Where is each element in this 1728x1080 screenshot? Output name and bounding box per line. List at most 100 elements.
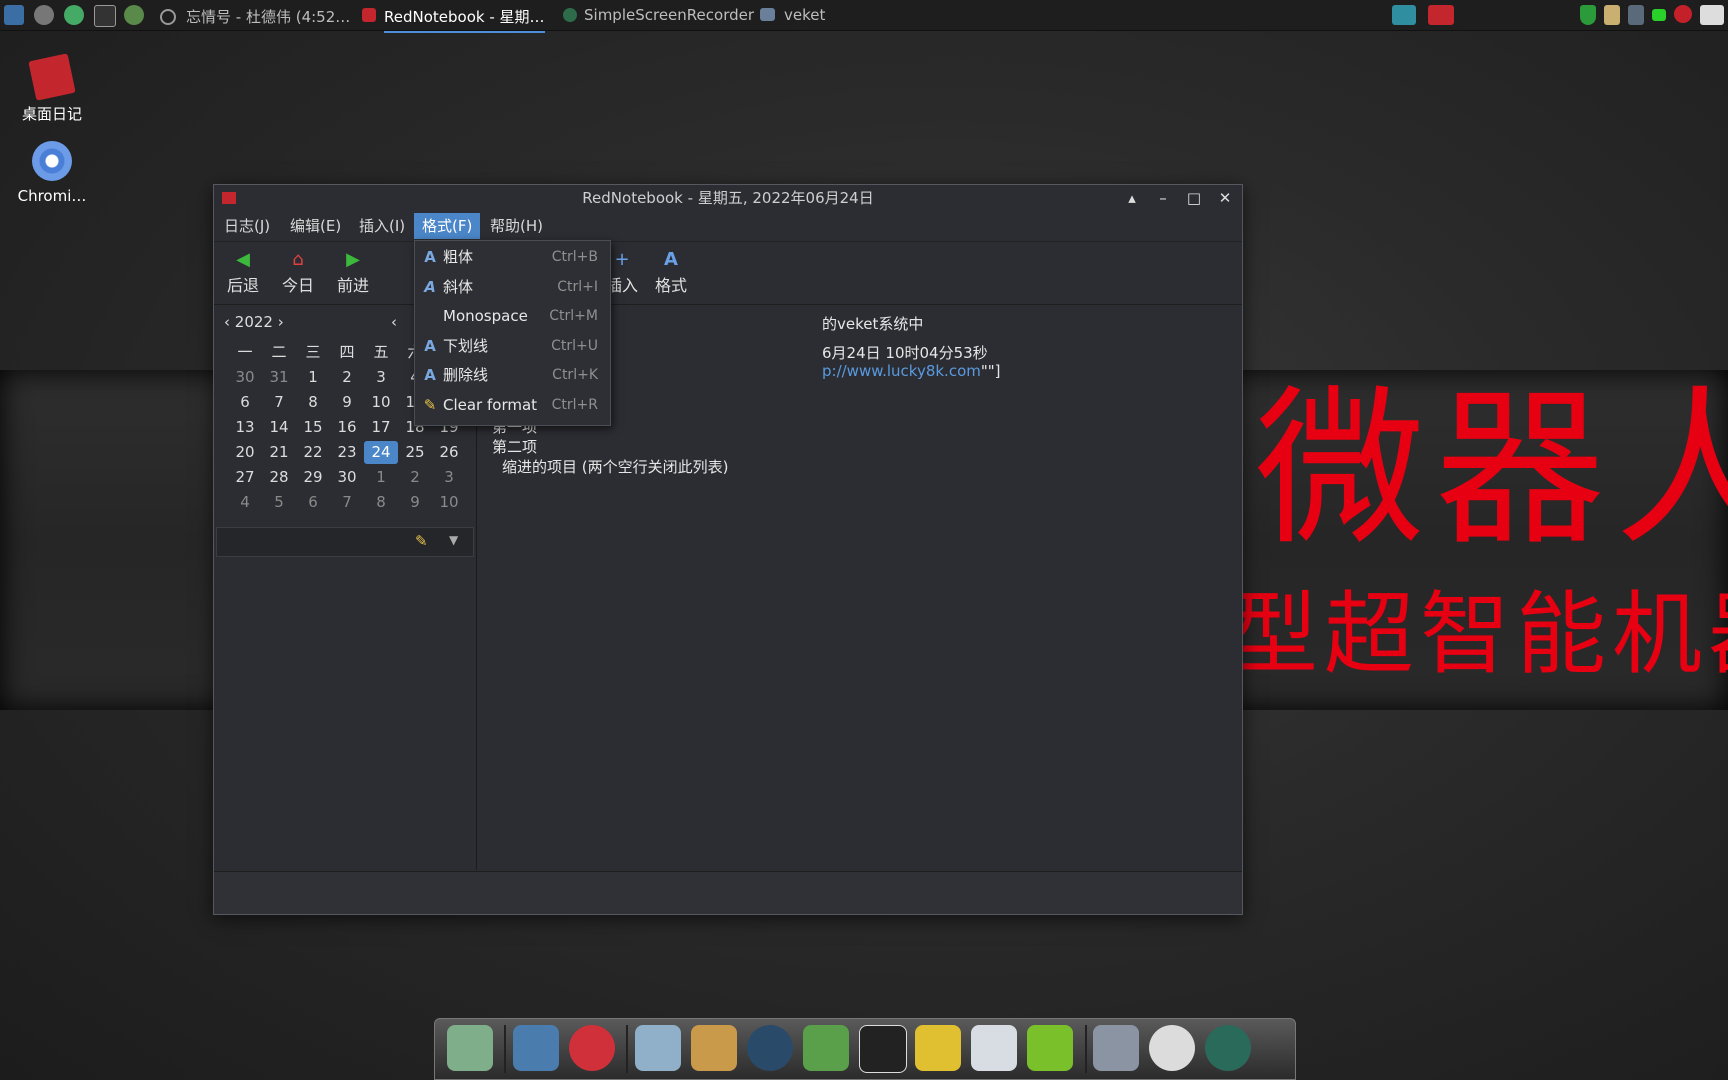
desktop-icon-chromium[interactable]: Chromi… [7,141,97,205]
year-selector[interactable]: ‹ 2022 › [224,313,284,331]
calendar-day[interactable]: 30 [330,466,364,489]
calendar-day[interactable]: 1 [364,466,398,489]
close-button[interactable]: ✕ [1210,185,1240,211]
shade-button[interactable]: ▴ [1117,185,1147,211]
menu-item-strikethrough[interactable]: A 删除线 Ctrl+K [415,362,610,388]
battery-icon[interactable] [1652,9,1666,21]
calendar-day[interactable]: 15 [296,416,330,439]
calendar-day[interactable]: 4 [228,491,262,514]
network-icon[interactable] [1628,5,1644,25]
menu-journal[interactable]: 日志(J) [216,213,278,239]
keyboard-icon[interactable] [1700,5,1724,25]
calendar-day[interactable]: 23 [330,441,364,464]
calendar-day[interactable]: 2 [330,366,364,389]
users-icon[interactable] [803,1025,849,1071]
calendar-day[interactable]: 1 [296,366,330,389]
calendar-day[interactable]: 17 [364,416,398,439]
menu-item-bold[interactable]: A 粗体 Ctrl+B [415,244,610,270]
maximize-button[interactable]: □ [1179,185,1209,211]
shield-icon[interactable] [1580,5,1596,25]
calendar-day[interactable]: 2 [398,466,432,489]
paint-icon[interactable] [691,1025,737,1071]
calendar-day[interactable]: 5 [262,491,296,514]
calendar-day[interactable]: 13 [228,416,262,439]
calendar-day[interactable]: 10 [364,391,398,414]
calendar-day[interactable]: 14 [262,416,296,439]
drive-icon[interactable] [1093,1025,1139,1071]
menu-item-label: 斜体 [443,277,474,296]
files-icon[interactable] [447,1025,493,1071]
today-button[interactable]: ⌂ 今日 [273,248,323,296]
calendar-day[interactable]: 7 [262,391,296,414]
desktop-switch-icon[interactable] [1392,5,1416,25]
calendar-day[interactable]: 8 [364,491,398,514]
calendar-day[interactable]: 27 [228,466,262,489]
media-player-icon[interactable] [747,1025,793,1071]
editor-icon[interactable] [635,1025,681,1071]
clear-icon[interactable]: ✎ [415,532,428,550]
calendar-day[interactable]: 29 [296,466,330,489]
editor-link[interactable]: p://www.lucky8k.com [822,362,981,380]
calendar-day[interactable]: 8 [296,391,330,414]
calendar-day[interactable]: 30 [228,366,262,389]
task-screenrecorder[interactable]: SimpleScreenRecorder [584,6,754,24]
month-prev-button[interactable]: ‹ [391,313,397,331]
brightness-icon[interactable] [1149,1025,1195,1071]
help-icon[interactable] [1027,1025,1073,1071]
calendar-day[interactable]: 24 [364,441,398,464]
calendar-day[interactable]: 6 [228,391,262,414]
forward-button[interactable]: ▶ 前进 [328,248,378,296]
calendar-day[interactable]: 9 [398,491,432,514]
calendar-day[interactable]: 28 [262,466,296,489]
terminal-icon[interactable] [94,5,116,27]
play-icon[interactable] [64,5,84,25]
back-button[interactable]: ◀ 后退 [218,248,268,296]
calendar-day[interactable]: 26 [432,441,466,464]
menu-edit[interactable]: 编辑(E) [282,213,349,239]
menu-item-italic[interactable]: A 斜体 Ctrl+I [415,274,610,300]
menu-item-label: 删除线 [443,366,489,384]
search-box[interactable]: ✎ ▼ [216,527,474,557]
chart-icon[interactable] [971,1025,1017,1071]
menu-help[interactable]: 帮助(H) [482,213,551,239]
book-icon[interactable] [915,1025,961,1071]
settings-icon[interactable] [34,5,54,25]
dock-separator [504,1025,506,1073]
globe-icon[interactable] [124,5,144,25]
calendar-day[interactable]: 21 [262,441,296,464]
record-icon[interactable] [1674,5,1692,23]
clipboard-icon[interactable] [1604,5,1620,25]
calendar-day[interactable]: 9 [330,391,364,414]
menu-format[interactable]: 格式(F) [414,213,481,239]
dropdown-arrow-icon[interactable]: ▼ [449,533,458,547]
calendar-day[interactable]: 6 [296,491,330,514]
monitor-icon[interactable] [513,1025,559,1071]
task-veket[interactable]: veket [784,6,825,24]
calendar-day[interactable]: 3 [432,466,466,489]
penguin-icon[interactable] [859,1025,907,1073]
task-music[interactable]: 忘情号 - 杜德伟 (4:52… [186,6,350,27]
menu-insert[interactable]: 插入(I) [351,213,413,239]
desktop-icon-diary[interactable]: 桌面日记 [7,53,97,124]
calendar-day[interactable]: 16 [330,416,364,439]
globe-icon[interactable] [1205,1025,1251,1071]
calendar-day[interactable]: 31 [262,366,296,389]
calendar-day[interactable]: 22 [296,441,330,464]
task-rednotebook[interactable]: RedNotebook - 星期… [384,6,545,33]
calendar-day[interactable]: 10 [432,491,466,514]
pig-icon[interactable] [569,1025,615,1071]
window-title: RedNotebook - 星期五, 2022年06月24日 [582,189,874,207]
menu-item-clear-format[interactable]: ✎ Clear format Ctrl+R [415,392,610,418]
minimize-button[interactable]: – [1148,185,1178,211]
system-monitor-icon[interactable] [4,5,24,25]
calendar-day[interactable]: 3 [364,366,398,389]
window-titlebar[interactable]: RedNotebook - 星期五, 2022年06月24日 ▴ – □ ✕ [214,185,1242,211]
format-button[interactable]: A 格式 [646,248,696,296]
menu-item-monospace[interactable]: Monospace Ctrl+M [415,303,610,329]
calendar-day[interactable]: 7 [330,491,364,514]
calendar-day[interactable]: 25 [398,441,432,464]
rednotebook-tray-icon[interactable] [1428,5,1454,25]
menubar: 日志(J) 编辑(E) 插入(I) 格式(F) 帮助(H) [214,211,1242,242]
calendar-day[interactable]: 20 [228,441,262,464]
menu-item-underline[interactable]: A 下划线 Ctrl+U [415,333,610,359]
